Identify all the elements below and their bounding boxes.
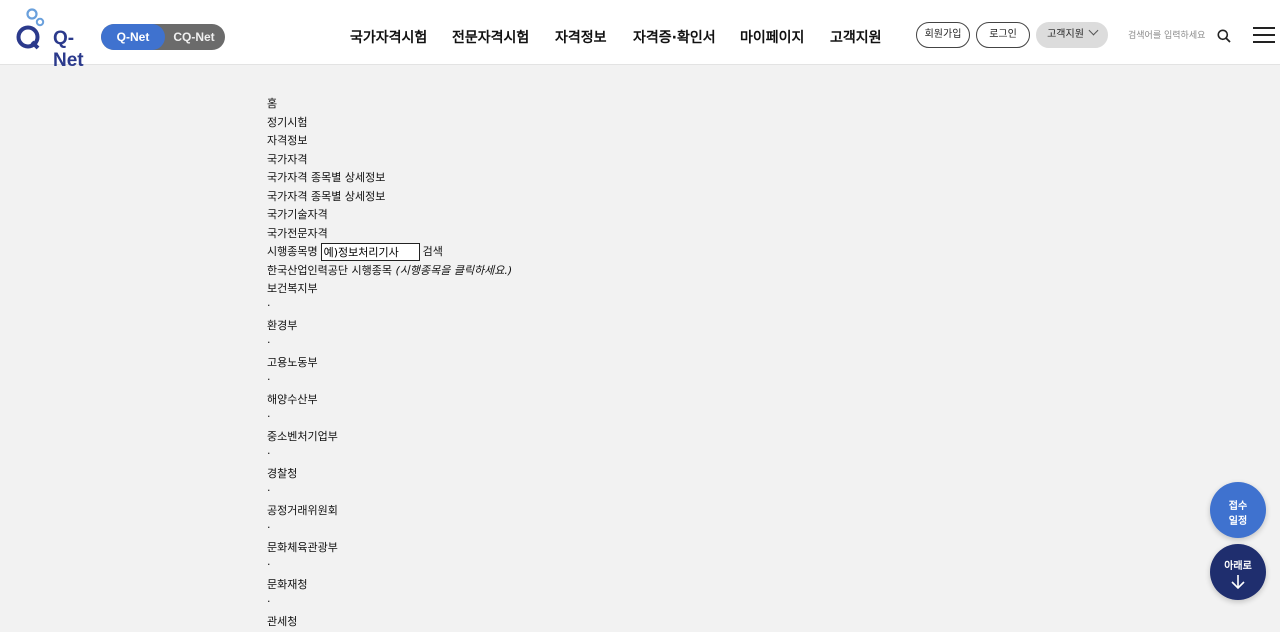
breadcrumb-home-link[interactable]: 홈 [267,97,277,110]
breadcrumb-item: 정기시험 [267,114,967,133]
ministry-link[interactable]: 중소벤처기업부 [267,430,338,443]
main-content: 홈 정기시험 자격정보 국가자격 국가자격 종목별 상세정보 국가자격 종목별 … [267,95,967,632]
item-search-input[interactable] [320,243,420,262]
breadcrumb-technical-link[interactable]: 국가기술자격 [267,208,328,221]
breadcrumb-item: 국가자격 종목별 상세정보 [267,169,967,188]
schedule-label-line2: 일정 [1228,516,1248,527]
ministry-link[interactable]: 문화체육관광부 [267,541,338,554]
support-dropdown[interactable]: 고객지원 [1036,22,1108,48]
nav-mypage[interactable]: 마이페이지 [740,27,804,47]
ministry-item: 환경부 [267,317,967,336]
item-search-row: 시행종목명 검색 [267,243,967,262]
arrow-down-icon [1210,572,1266,593]
nav-national-exam[interactable]: 국가자격시험 [350,27,427,47]
separator-dot: · [267,594,271,608]
breadcrumb-item: 국가자격 [267,151,967,170]
scroll-down-button[interactable]: 아래로 [1210,544,1266,600]
breadcrumb-item: 자격정보 [267,132,967,151]
ministry-link[interactable]: 경찰청 [267,467,297,480]
cqnet-toggle-button[interactable]: CQ-Net [163,24,225,50]
ministry-link[interactable]: 문화재청 [267,578,307,591]
site-header: Q-Net CQ-Net Q-Net 국가자격시험 전문자격시험 자격정보 자격… [0,0,1280,71]
login-button[interactable]: 로그인 [976,22,1030,48]
nav-certificate[interactable]: 자격증·확인서 [633,27,716,47]
ministry-item: 경찰청 [267,465,967,484]
site-toggle: CQ-Net Q-Net [101,24,225,50]
nav-professional-exam[interactable]: 전문자격시험 [452,27,529,47]
separator-dot: · [267,298,271,312]
separator-dot: · [267,483,271,497]
separator-dot: · [267,335,271,349]
breadcrumb-regular-exam-link[interactable]: 정기시험 [267,116,307,129]
ministry-item: 보건복지부 [267,280,967,299]
separator-dot: · [267,372,271,386]
ministry-item: 해양수산부 [267,391,967,410]
breadcrumb-qualification-info-link[interactable]: 자격정보 [267,134,307,147]
nav-qualification-info[interactable]: 자격정보 [555,27,607,47]
breadcrumb-item: 국가기술자격 [267,206,967,225]
logo-text: Q-Net [53,28,84,71]
ministry-link[interactable]: 공정거래위원회 [267,504,338,517]
scroll-down-label: 아래로 [1224,561,1252,572]
signup-button[interactable]: 회원가입 [916,22,970,48]
header-search-input[interactable] [1126,26,1218,46]
breadcrumb-item: 국가전문자격 [267,225,967,244]
ministry-link[interactable]: 고용노동부 [267,356,318,369]
schedule-label-line1: 접수 [1228,501,1248,512]
separator-dot: · [267,520,271,534]
qnet-logo[interactable]: Q-Net [15,8,84,71]
application-schedule-button[interactable]: 접수 일정 [1210,482,1266,538]
ministry-link[interactable]: 해양수산부 [267,393,318,406]
ministry-item: 관세청 [267,613,967,632]
breadcrumb-item: 국가자격 종목별 상세정보 [267,188,967,207]
qnet-toggle-button[interactable]: Q-Net [101,24,165,50]
ministry-item: 중소벤처기업부 [267,428,967,447]
breadcrumb-detail-link-2[interactable]: 국가자격 종목별 상세정보 [267,190,385,203]
item-search-label: 시행종목명 [267,245,318,258]
ministry-item: 문화재청 [267,576,967,595]
separator-dot: · [267,557,271,571]
separator-dot: · [267,446,271,460]
ministry-item: 공정거래위원회 [267,502,967,521]
agency-title: 한국산업인력공단 시행종목 [267,263,392,277]
breadcrumb-professional-link[interactable]: 국가전문자격 [267,227,328,240]
breadcrumb-national-link[interactable]: 국가자격 [267,153,307,166]
agency-heading: 한국산업인력공단 시행종목 (시행종목을 클릭하세요.) [267,262,967,281]
nav-support[interactable]: 고객지원 [830,27,882,47]
hamburger-menu-icon[interactable] [1253,27,1275,48]
breadcrumb-item: 홈 [267,95,967,114]
ministry-item: 문화체육관광부 [267,539,967,558]
ministry-item: 고용노동부 [267,354,967,373]
item-search-button[interactable]: 검색 [423,243,443,262]
agency-hint: (시행종목을 클릭하세요.) [395,263,513,277]
search-icon[interactable] [1217,28,1231,47]
breadcrumb-detail-link[interactable]: 국가자격 종목별 상세정보 [267,171,385,184]
support-dropdown-label: 고객지원 [1047,29,1084,40]
ministry-link[interactable]: 보건복지부 [267,282,318,295]
chevron-down-icon [1088,25,1099,36]
separator-dot: · [267,409,271,423]
ministry-link[interactable]: 환경부 [267,319,297,332]
